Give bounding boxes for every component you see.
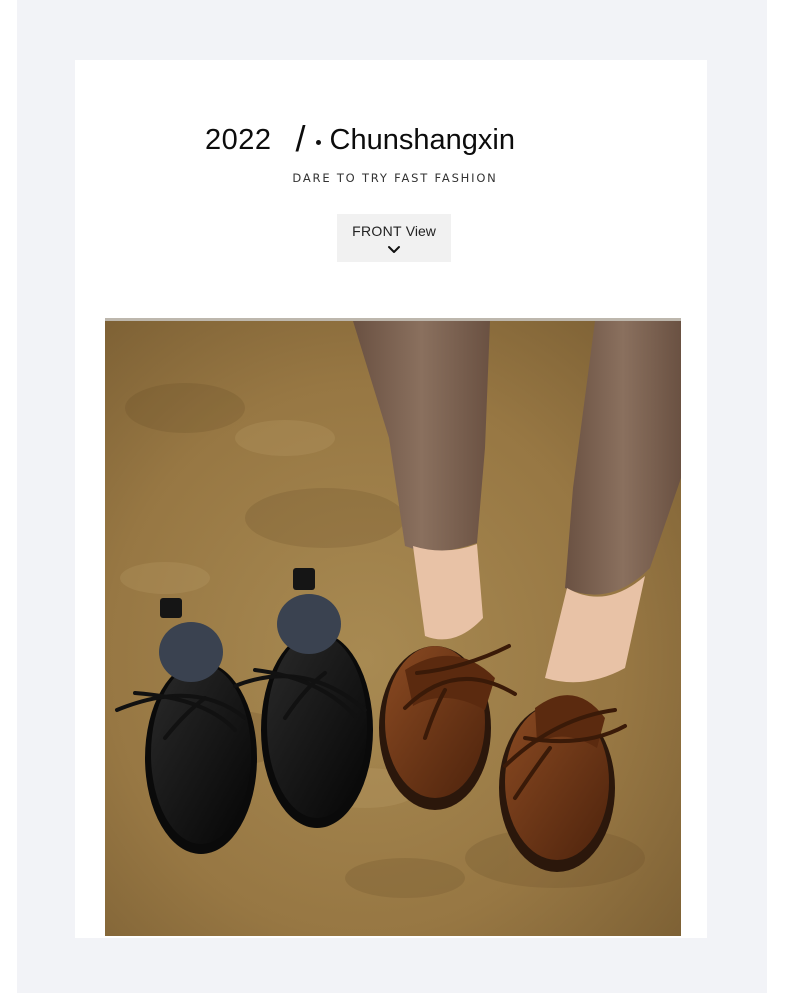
front-view-label-rest: View bbox=[405, 223, 436, 239]
brand-name: Chunshangxin bbox=[329, 123, 515, 156]
bullet-dot-icon bbox=[315, 139, 321, 145]
front-view-button[interactable]: FRONT View bbox=[337, 214, 451, 262]
headline: 2022 / Chunshangxin bbox=[205, 118, 515, 162]
front-view-label-strong: FRONT bbox=[352, 223, 402, 239]
product-photo-illustration bbox=[105, 321, 681, 936]
product-photo bbox=[105, 318, 681, 936]
separator-slash: / bbox=[295, 118, 306, 159]
front-view-label: FRONT View bbox=[337, 223, 451, 239]
chevron-down-icon bbox=[388, 246, 400, 253]
year-text: 2022 bbox=[205, 123, 272, 156]
tagline: DARE TO TRY FAST FASHION bbox=[292, 171, 498, 185]
